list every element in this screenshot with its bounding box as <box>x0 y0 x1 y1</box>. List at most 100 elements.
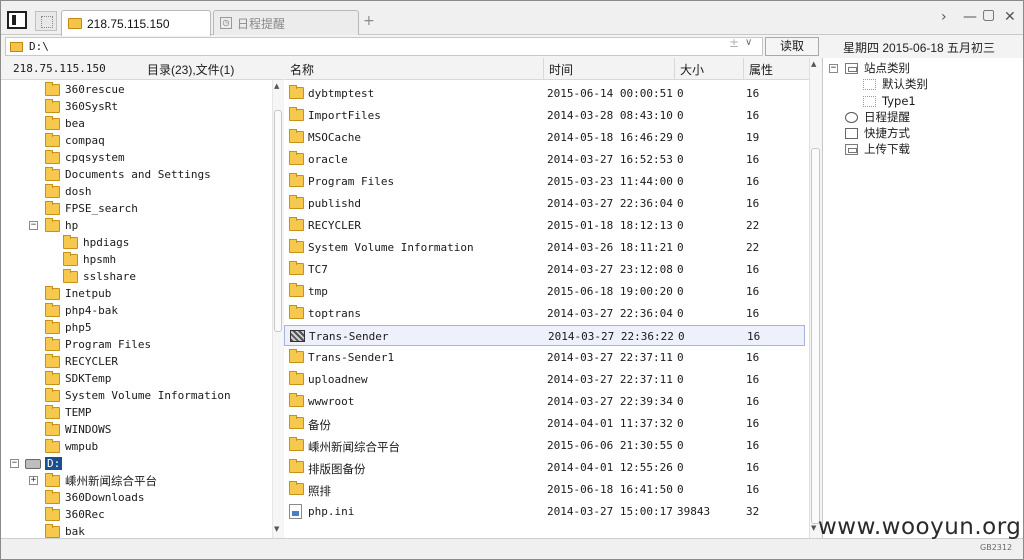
folder-icon <box>45 421 60 436</box>
cell-name: 嵊州新闻综合平台 <box>308 440 400 454</box>
pinned-tab-icon[interactable] <box>35 11 57 31</box>
folder-icon <box>45 285 60 300</box>
sidebar-item-schedule[interactable]: 日程提醒 <box>845 109 910 125</box>
list-scrollbar[interactable]: ▲ ▼ <box>809 58 821 538</box>
column-time[interactable]: 时间 <box>549 61 573 78</box>
scroll-thumb[interactable] <box>274 110 282 332</box>
tree-item[interactable]: Program Files <box>45 336 151 353</box>
column-divider[interactable] <box>543 58 544 80</box>
tree-item[interactable]: System Volume Information <box>45 387 231 404</box>
tree-item[interactable]: hpsmh <box>63 251 116 268</box>
scroll-down-icon[interactable]: ▼ <box>274 525 279 533</box>
path-input[interactable]: D:\ <box>5 37 763 56</box>
chevron-right-icon[interactable]: › <box>941 9 947 25</box>
read-button[interactable]: 读取 <box>765 37 819 56</box>
collapse-toggle[interactable]: − <box>829 64 838 73</box>
tree-item[interactable]: sslshare <box>63 268 136 285</box>
table-row[interactable]: wwwroot 2014-03-27 22:39:34 0 16 <box>284 391 805 412</box>
cell-name: 备份 <box>308 418 331 432</box>
cell-size: 0 <box>677 219 684 232</box>
table-row[interactable]: 嵊州新闻综合平台 2015-06-06 21:30:55 0 16 <box>284 435 805 456</box>
column-divider[interactable] <box>743 58 744 80</box>
tree-item[interactable]: 360SysRt <box>45 98 118 115</box>
tab-server[interactable]: 218.75.115.150 <box>61 10 211 36</box>
tree-item[interactable]: 360Downloads <box>45 489 144 506</box>
tree-item[interactable]: bak <box>45 523 85 538</box>
column-name[interactable]: 名称 <box>290 61 314 78</box>
add-tab-button[interactable]: + <box>363 13 375 29</box>
table-row[interactable]: TC7 2014-03-27 23:12:08 0 16 <box>284 259 805 280</box>
table-row[interactable]: uploadnew 2014-03-27 22:37:11 0 16 <box>284 369 805 390</box>
scroll-up-icon[interactable]: ▲ <box>811 60 816 68</box>
scroll-thumb[interactable] <box>811 148 820 524</box>
table-row[interactable]: tmp 2015-06-18 19:00:20 0 16 <box>284 281 805 302</box>
table-row[interactable]: ImportFiles 2014-03-28 08:43:10 0 16 <box>284 105 805 126</box>
table-row[interactable]: dybtmptest 2015-06-14 00:00:51 0 16 <box>284 83 805 104</box>
cell-size: 0 <box>677 483 684 496</box>
tree-item[interactable]: SDKTemp <box>45 370 111 387</box>
tree-item[interactable]: Documents and Settings <box>45 166 211 183</box>
tree-item[interactable]: cpqsystem <box>45 149 125 166</box>
tree-item[interactable]: TEMP <box>45 404 92 421</box>
cell-name: MSOCache <box>308 131 361 144</box>
tree-item[interactable]: WINDOWS <box>45 421 111 438</box>
tree-item[interactable]: 嵊州新闻综合平台 <box>45 472 157 489</box>
table-row[interactable]: System Volume Information 2014-03-26 18:1… <box>284 237 805 258</box>
collapse-toggle[interactable]: − <box>10 459 19 468</box>
tree-item[interactable]: compaq <box>45 132 105 149</box>
folder-icon <box>45 472 60 487</box>
sidebar-item-transfers[interactable]: 上传下载 <box>845 141 910 157</box>
scroll-up-icon[interactable]: ▲ <box>274 82 279 90</box>
collapse-toggle[interactable]: − <box>29 221 38 230</box>
close-icon[interactable]: ✕ <box>1004 9 1016 25</box>
maximize-icon[interactable]: ▢ <box>982 7 995 23</box>
tab-schedule[interactable]: ◷ 日程提醒 <box>213 10 359 35</box>
table-row[interactable]: Program Files 2015-03-23 11:44:00 0 16 <box>284 171 805 192</box>
tree-item[interactable]: 360rescue <box>45 81 125 98</box>
tree-item[interactable]: RECYCLER <box>45 353 118 370</box>
tree-item[interactable]: Inetpub <box>45 285 111 302</box>
sidebar-item-shortcuts[interactable]: 快捷方式 <box>845 125 910 141</box>
tree-item[interactable]: php5 <box>45 319 92 336</box>
tree-item-drive-d[interactable]: D: <box>25 455 63 472</box>
tree-item[interactable]: wmpub <box>45 438 98 455</box>
column-size[interactable]: 大小 <box>680 61 704 78</box>
column-attr[interactable]: 属性 <box>749 61 773 78</box>
table-row[interactable]: php.ini 2014-03-27 15:00:17 39843 32 <box>284 501 805 522</box>
table-row[interactable]: publishd 2014-03-27 22:36:04 0 16 <box>284 193 805 214</box>
sidebar-item-type1[interactable]: Type1 <box>863 93 916 109</box>
table-row[interactable]: toptrans 2014-03-27 22:36:04 0 16 <box>284 303 805 324</box>
folder-icon <box>10 41 23 52</box>
tree-item[interactable]: hp <box>45 217 78 234</box>
tree-item[interactable]: hpdiags <box>63 234 129 251</box>
table-row[interactable]: 备份 2014-04-01 11:37:32 0 16 <box>284 413 805 434</box>
expand-toggle[interactable]: + <box>29 476 38 485</box>
table-row[interactable]: oracle 2014-03-27 16:52:53 0 16 <box>284 149 805 170</box>
add-bookmark-icon[interactable]: ± <box>729 36 739 50</box>
scroll-down-icon[interactable]: ▼ <box>811 524 816 532</box>
column-divider[interactable] <box>674 58 675 80</box>
table-row[interactable]: 照排 2015-06-18 16:41:50 0 16 <box>284 479 805 500</box>
tree-scrollbar[interactable]: ▲ ▼ <box>272 80 283 538</box>
chevron-down-icon[interactable]: ∨ <box>745 37 752 48</box>
table-row[interactable]: MSOCache 2014-05-18 16:46:29 0 19 <box>284 127 805 148</box>
table-row[interactable]: RECYCLER 2015-01-18 18:12:13 0 22 <box>284 215 805 236</box>
encoding-badge[interactable]: GB2312 <box>980 543 1012 552</box>
tree-item[interactable]: dosh <box>45 183 92 200</box>
sidebar-item-site-category[interactable]: 站点类别 <box>845 60 910 76</box>
table-row[interactable]: Trans-Sender 2014-03-27 22:36:22 0 16 <box>284 325 805 346</box>
cell-size: 0 <box>677 109 684 122</box>
cell-size: 0 <box>677 197 684 210</box>
tree-item[interactable]: 360Rec <box>45 506 105 523</box>
table-row[interactable]: 排版图备份 2014-04-01 12:55:26 0 16 <box>284 457 805 478</box>
sidebar-item-default-category[interactable]: 默认类别 <box>863 76 928 92</box>
minimize-icon[interactable]: — <box>963 9 977 25</box>
toggle-panel-icon[interactable] <box>7 11 27 29</box>
cell-name: 排版图备份 <box>308 462 366 476</box>
cell-attr: 16 <box>746 417 760 430</box>
table-row[interactable]: Trans-Sender1 2014-03-27 22:37:11 0 16 <box>284 347 805 368</box>
folder-icon <box>45 489 60 504</box>
tree-item[interactable]: bea <box>45 115 85 132</box>
tree-item[interactable]: FPSE_search <box>45 200 138 217</box>
tree-item[interactable]: php4-bak <box>45 302 118 319</box>
